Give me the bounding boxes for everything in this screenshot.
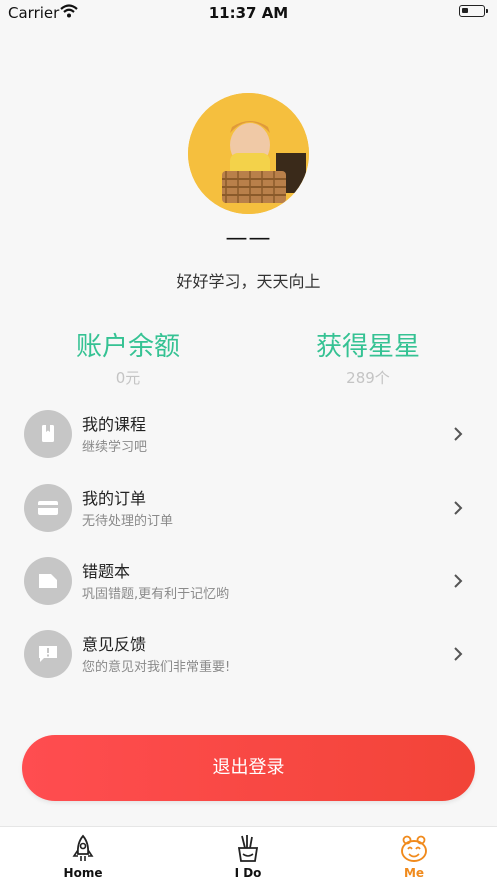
tab-label: I Do [234,866,262,880]
menu-item-title: 我的订单 [82,489,147,508]
feedback-icon [39,646,57,662]
menu-item-my-courses[interactable]: 我的课程 继续学习吧 [0,401,497,467]
menu-item-subtitle: 继续学习吧 [82,440,148,455]
chevron-right-icon [454,574,463,588]
mascot-icon [401,835,427,862]
chevron-right-icon [454,647,463,661]
tab-me[interactable]: Me [354,827,474,884]
menu-item-title: 错题本 [82,562,131,581]
chevron-right-icon [454,501,463,515]
menu-item-subtitle: 您的意见对我们非常重要! [82,660,231,675]
tab-i-do[interactable]: I Do [188,827,308,884]
stat-title: 获得星星 [315,332,420,362]
tab-label: Home [63,866,103,880]
logout-label: 退出登录 [212,757,285,778]
card-icon [38,501,58,515]
stat-value: 0元 [115,369,141,387]
menu-item-title: 意见反馈 [82,635,147,654]
clock: 11:37 AM [208,4,289,22]
logout-button[interactable]: 退出登录 [22,735,475,801]
pencil-cup-icon [237,835,259,862]
rocket-icon [72,834,94,861]
menu-item-feedback[interactable]: 意见反馈 您的意见对我们非常重要! [0,621,497,687]
menu-item-subtitle: 巩固错题,更有利于记忆哟 [82,587,230,602]
menu-item-title: 我的课程 [82,415,147,434]
note-icon [39,574,57,588]
stars-earned-stat[interactable]: 获得星星 289个 [268,330,468,388]
menu-item-my-orders[interactable]: 我的订单 无待处理的订单 [0,475,497,541]
battery-icon [459,5,488,17]
avatar[interactable] [188,93,309,214]
chevron-right-icon [454,427,463,441]
tab-label: Me [403,866,425,880]
stat-value: 289个 [346,369,390,387]
stat-title: 账户余额 [75,332,180,362]
account-balance-stat[interactable]: 账户余额 0元 [28,330,228,388]
tab-bar: Home I Do Me [0,826,497,884]
menu-item-subtitle: 无待处理的订单 [82,514,174,529]
user-motto: 好好学习，天天向上 [176,272,321,291]
tab-home[interactable]: Home [23,827,143,884]
menu-item-mistake-book[interactable]: 错题本 巩固错题,更有利于记忆哟 [0,548,497,614]
book-icon [42,425,54,442]
avatar-photo [188,93,309,214]
status-bar: Carrier 11:37 AM [0,0,497,26]
user-name: —— [225,226,272,251]
